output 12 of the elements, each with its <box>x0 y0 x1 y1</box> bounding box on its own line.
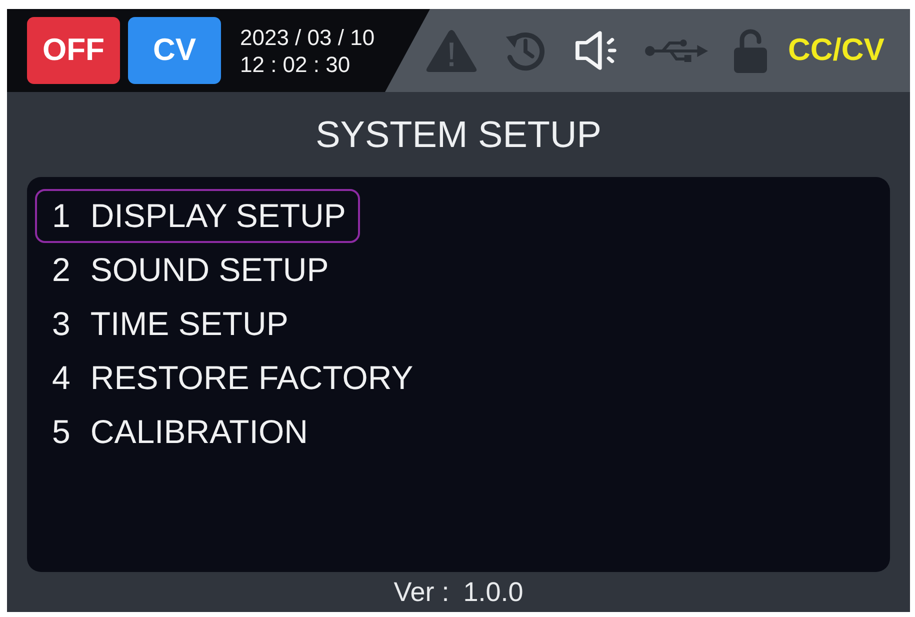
date-text: 2023 / 03 / 10 <box>240 24 375 50</box>
time-text: 12 : 02 : 30 <box>240 50 352 78</box>
screen-title: SYSTEM SETUP <box>316 112 602 157</box>
status-badge: OFF <box>27 17 120 84</box>
version-text: Ver : 1.0.0 <box>394 576 524 609</box>
menu-item[interactable]: 4 RESTORE FACTORY <box>35 351 428 405</box>
menu-item[interactable]: 5 CALIBRATION <box>35 405 322 459</box>
menu-item[interactable]: 1 DISPLAY SETUP <box>35 189 360 243</box>
mode-indicator: CC/CV <box>788 31 884 70</box>
menu-item[interactable]: 3 TIME SETUP <box>35 297 302 351</box>
menu-item[interactable]: 2 SOUND SETUP <box>35 243 343 297</box>
status-badge: CV <box>128 17 221 84</box>
